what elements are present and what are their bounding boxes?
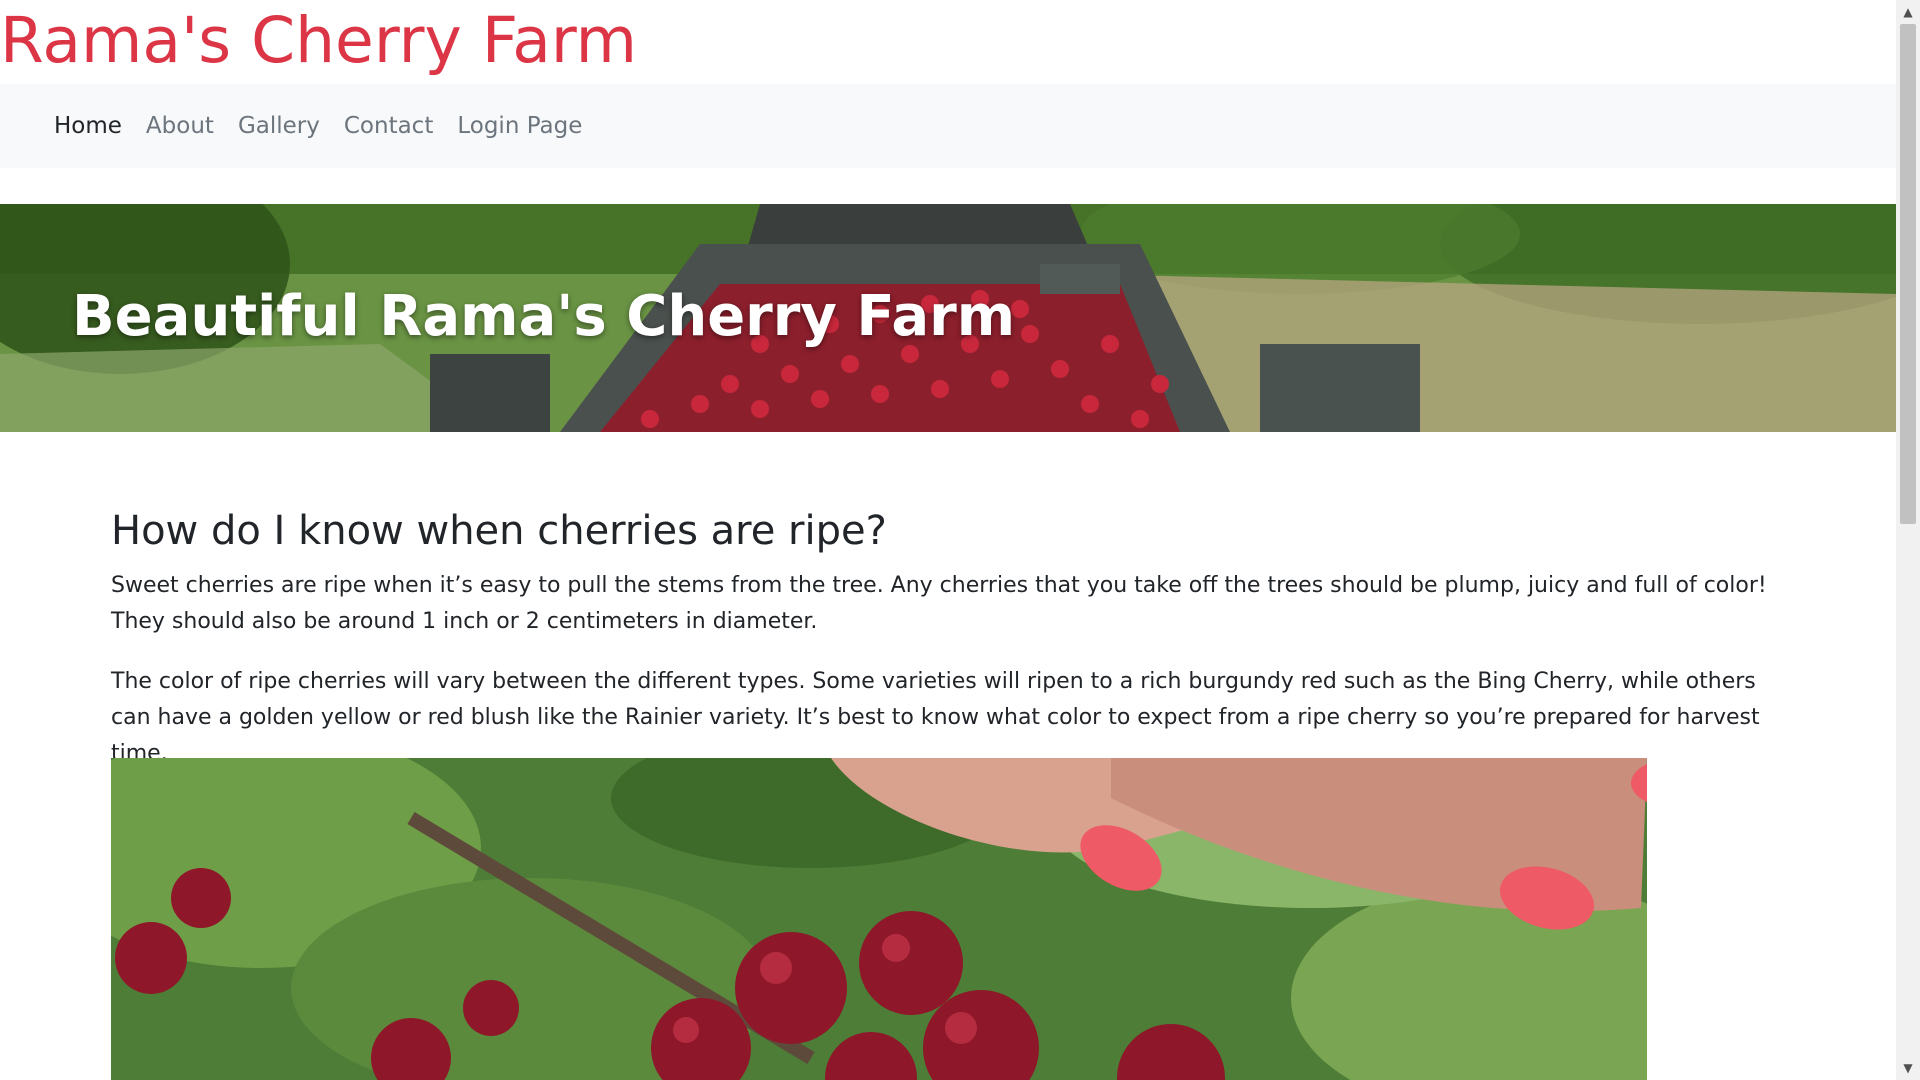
nav-item-login-page[interactable]: Login Page (457, 113, 582, 139)
vertical-scrollbar[interactable]: ▲ ▼ (1896, 0, 1920, 1080)
hero-banner: Beautiful Rama's Cherry Farm (0, 204, 1896, 432)
cherry-picking-photo (111, 758, 1647, 1080)
scroll-down-arrow-icon[interactable]: ▼ (1896, 1056, 1920, 1080)
scroll-up-arrow-icon[interactable]: ▲ (1896, 0, 1920, 24)
nav-item-about[interactable]: About (146, 113, 214, 139)
section-heading: How do I know when cherries are ripe? (111, 508, 887, 554)
hero-title: Beautiful Rama's Cherry Farm (72, 284, 1016, 349)
nav-item-gallery[interactable]: Gallery (238, 113, 320, 139)
main-content: How do I know when cherries are ripe? Sw… (111, 500, 1781, 772)
nav-item-contact[interactable]: Contact (344, 113, 433, 139)
cherry-photo-illustration (111, 758, 1647, 1080)
page: Rama's Cherry Farm Home About Gallery Co… (0, 0, 1896, 1080)
nav-item-home[interactable]: Home (54, 113, 122, 139)
site-title[interactable]: Rama's Cherry Farm (0, 2, 637, 80)
nav-list: Home About Gallery Contact Login Page (54, 84, 606, 168)
navbar: Home About Gallery Contact Login Page (0, 84, 1896, 168)
paragraph-ripeness: Sweet cherries are ripe when it’s easy t… (111, 573, 1767, 634)
scrollbar-thumb[interactable] (1900, 24, 1916, 524)
paragraph-color: The color of ripe cherries will vary bet… (111, 669, 1760, 766)
